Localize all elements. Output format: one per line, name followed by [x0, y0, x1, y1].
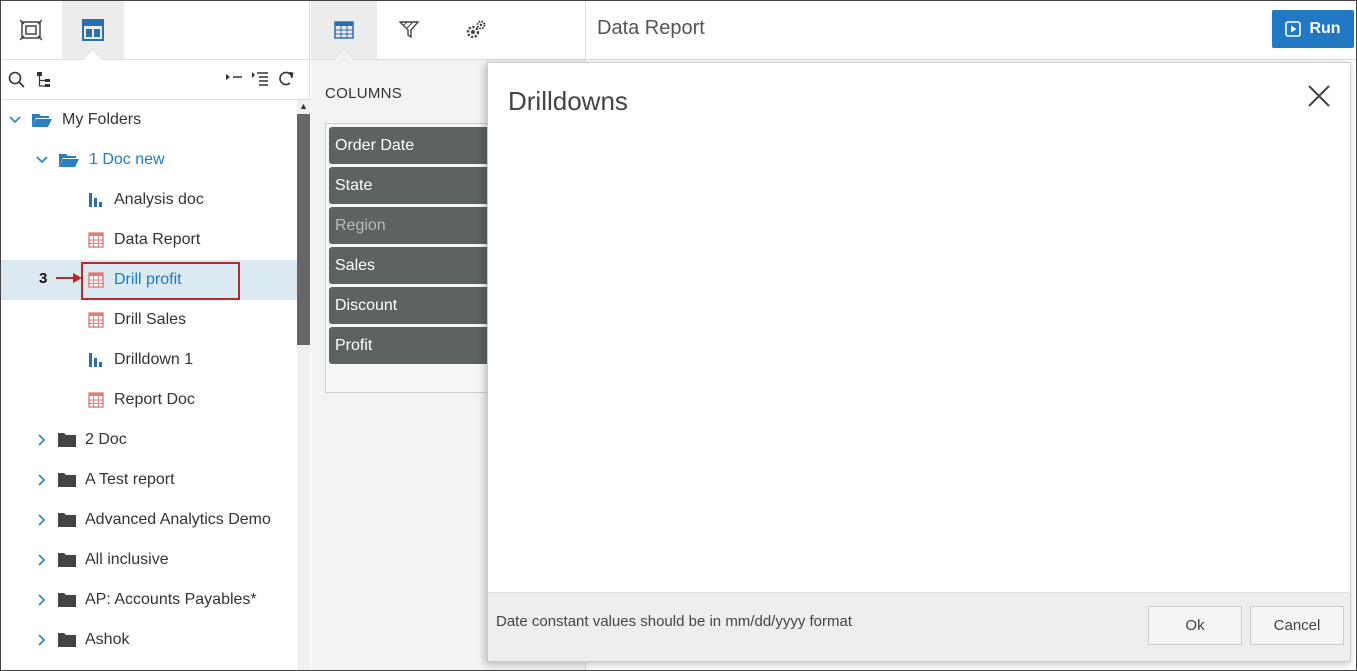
cancel-button[interactable]: Cancel — [1250, 606, 1344, 645]
table-grid-icon — [334, 20, 354, 39]
report-title: Data Report — [597, 17, 705, 39]
run-button[interactable]: Run — [1272, 10, 1354, 48]
expand-list-icon[interactable] — [251, 70, 269, 93]
tree-item-my-folders[interactable]: My Folders — [0, 100, 297, 140]
scroll-up-arrow-icon[interactable]: ▲ — [299, 101, 308, 111]
tree-item-1-doc-new[interactable]: 1 Doc new — [0, 140, 297, 180]
report-grid-icon — [86, 391, 106, 409]
dialog-footer: Date constant values should be in mm/dd/… — [488, 592, 1350, 661]
tree-item-data-report[interactable]: Data Report — [0, 220, 297, 260]
chevron-right-icon[interactable] — [35, 514, 49, 526]
chevron-right-icon[interactable] — [35, 634, 49, 646]
date-format-note: Date constant values should be in mm/dd/… — [496, 613, 853, 630]
tree-item-label: AP: Accounts Payables* — [85, 591, 257, 608]
chevron-right-icon[interactable] — [35, 474, 49, 486]
close-icon[interactable] — [1306, 83, 1332, 109]
folder-open-icon — [30, 111, 54, 129]
tree-item-label: My Folders — [62, 111, 142, 128]
bar-chart-icon — [86, 351, 106, 369]
tree-item-label: Drill Sales — [114, 311, 187, 328]
layout-panel-icon — [82, 18, 104, 41]
chevron-right-icon[interactable] — [35, 594, 49, 606]
chevron-down-icon[interactable] — [35, 156, 49, 164]
chevron-right-icon[interactable] — [35, 434, 49, 446]
play-icon — [1285, 21, 1302, 37]
callout-step-number: 3 — [39, 270, 48, 287]
tree-item-label: Data Report — [114, 231, 201, 248]
ok-button[interactable]: Ok — [1148, 606, 1242, 645]
folder-open-icon — [57, 151, 81, 169]
document-tree: My Folders 1 Doc new Analysis doc Data R… — [0, 100, 297, 671]
folder-icon — [57, 631, 77, 649]
folder-icon — [57, 591, 77, 609]
chevron-right-icon[interactable] — [35, 554, 49, 566]
tree-item-advanced-analytics-demo[interactable]: Advanced Analytics Demo — [0, 500, 297, 540]
collapse-all-icon[interactable] — [225, 70, 243, 93]
tree-item-2-doc[interactable]: 2 Doc — [0, 420, 297, 460]
tree-item-analysis-doc[interactable]: Analysis doc — [0, 180, 297, 220]
dialog-title: Drilldowns — [508, 86, 628, 116]
tree-item-label: 2 Doc — [85, 431, 127, 448]
columns-heading: COLUMNS — [325, 85, 403, 102]
tree-item-ap-accounts-payables[interactable]: AP: Accounts Payables* — [0, 580, 297, 620]
tree-item-all-inclusive[interactable]: All inclusive — [0, 540, 297, 580]
tree-toolbar — [0, 60, 309, 100]
tree-item-label: Advanced Analytics Demo — [85, 511, 271, 528]
refresh-icon[interactable] — [277, 70, 295, 93]
left-panel: My Folders 1 Doc new Analysis doc Data R… — [0, 0, 310, 671]
left-tab-bar — [0, 0, 309, 60]
folder-icon — [57, 431, 77, 449]
tab-columns[interactable] — [311, 0, 377, 59]
tree-item-drill-sales[interactable]: Drill Sales — [0, 300, 297, 340]
tree-item-label: Drilldown 1 — [114, 351, 194, 368]
frame-select-icon — [19, 19, 43, 40]
tree-item-drilldown-1[interactable]: Drilldown 1 — [0, 340, 297, 380]
tab-document-tree[interactable] — [62, 0, 124, 59]
header-divider — [587, 59, 1357, 60]
hierarchy-icon[interactable] — [36, 71, 54, 89]
scrollbar-thumb[interactable] — [297, 114, 310, 345]
chevron-down-icon[interactable] — [8, 116, 22, 124]
tree-item-ashok[interactable]: Ashok — [0, 620, 297, 660]
folder-icon — [57, 511, 77, 529]
tree-item-label: Report Doc — [114, 391, 195, 408]
tree-item-label: A Test report — [85, 471, 175, 488]
report-grid-icon — [86, 231, 106, 249]
tree-item-label: Analysis doc — [114, 191, 204, 208]
tree-item-label: Ashok — [85, 631, 130, 648]
middle-tab-bar — [311, 0, 585, 60]
tree-item-report-doc[interactable]: Report Doc — [0, 380, 297, 420]
run-button-label: Run — [1309, 20, 1341, 37]
tree-item-label: All inclusive — [85, 551, 169, 568]
folder-icon — [57, 551, 77, 569]
tree-item-a-test-report[interactable]: A Test report — [0, 460, 297, 500]
report-grid-icon — [86, 311, 106, 329]
callout-highlight-box — [81, 262, 240, 300]
callout-arrow-icon — [56, 273, 82, 283]
bar-chart-icon — [86, 191, 106, 209]
tree-item-label: 1 Doc new — [89, 151, 165, 168]
filter-icon — [399, 20, 420, 38]
search-icon[interactable] — [8, 71, 26, 89]
tab-settings[interactable] — [443, 0, 509, 59]
folder-icon — [57, 471, 77, 489]
gears-icon — [466, 20, 486, 38]
tab-filters[interactable] — [377, 0, 443, 59]
drilldowns-dialog: Drilldowns Date constant values should b… — [487, 62, 1351, 662]
tree-scrollbar[interactable]: ▲ — [297, 100, 310, 671]
tab-layout-frame[interactable] — [0, 0, 62, 59]
